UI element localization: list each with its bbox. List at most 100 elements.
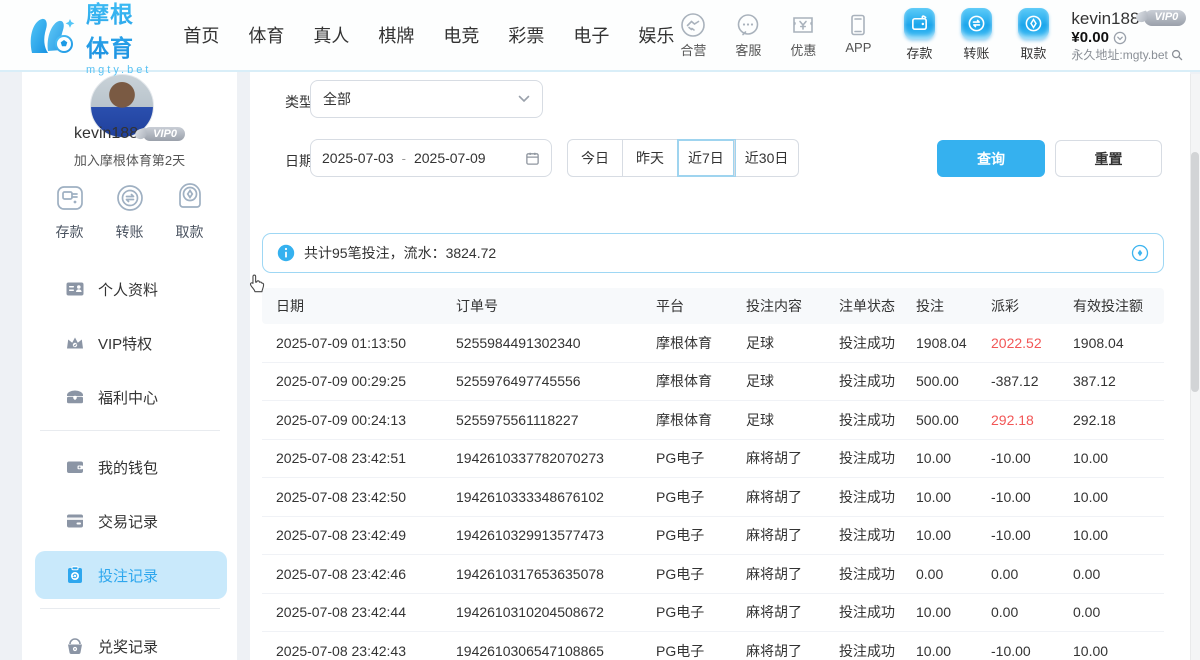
- cell-payout: 0.00: [991, 566, 1073, 582]
- cell-bet-content: 麻将胡了: [746, 487, 839, 507]
- header-quick-links: 合营 客服: [674, 12, 877, 59]
- partner-link[interactable]: 合营: [674, 12, 712, 59]
- nav-board-games[interactable]: 棋牌: [378, 22, 414, 48]
- nav-sports[interactable]: 体育: [248, 22, 284, 48]
- logo-icon: [26, 11, 78, 59]
- site-logo[interactable]: 摩根体育 mgty.bet: [26, 0, 151, 76]
- date-range-picker[interactable]: 2025-07-03 - 2025-07-09: [310, 139, 552, 177]
- quick-date-ranges: 今日 昨天 近7日 近30日: [567, 139, 799, 177]
- quick-range-button[interactable]: 今日: [568, 140, 623, 176]
- nav-live-casino[interactable]: 真人: [313, 22, 349, 48]
- nav-esports[interactable]: 电竞: [443, 22, 479, 48]
- cell-status: 投注成功: [839, 487, 916, 507]
- sidebar-item-welfare-label: 福利中心: [98, 387, 158, 408]
- sidebar-item-prize-records[interactable]: 兑奖记录: [35, 622, 227, 660]
- app-download-link[interactable]: APP: [839, 12, 877, 59]
- quick-range-button[interactable]: 近7日: [678, 140, 735, 176]
- sidebar-item-bet-records[interactable]: 投注记录: [35, 551, 227, 599]
- table-row[interactable]: 2025-07-09 01:13:50 5255984491302340 摩根体…: [262, 324, 1164, 363]
- sidebar-deposit-label: 存款: [56, 222, 84, 242]
- sidebar-item-vip[interactable]: VIP特权: [35, 319, 227, 367]
- cell-date: 2025-07-08 23:42:49: [276, 527, 456, 543]
- coupon-yuan-icon: [790, 12, 816, 38]
- summary-bar: 共计95笔投注，流水：3824.72: [262, 233, 1164, 273]
- main-nav: 首页 体育 真人 棋牌 电竞 彩票 电子 娱乐: [183, 22, 674, 48]
- crown-icon: [65, 333, 85, 353]
- deposit-outline-icon: [52, 180, 88, 216]
- col-bet-amount: 投注: [916, 296, 991, 316]
- sidebar-item-profile[interactable]: 个人资料: [35, 265, 227, 313]
- cell-order-number: 5255976497745556: [456, 373, 656, 389]
- sidebar-item-wallet-label: 我的钱包: [98, 457, 158, 478]
- table-row[interactable]: 2025-07-08 23:42:44 1942610310204508672 …: [262, 594, 1164, 633]
- nav-entertainment[interactable]: 娱乐: [638, 22, 674, 48]
- reset-button[interactable]: 重置: [1055, 140, 1162, 177]
- table-header-row: 日期 订单号 平台 投注内容 注单状态 投注 派彩 有效投注额: [262, 288, 1164, 324]
- transfer-outline-icon: [112, 180, 148, 216]
- summary-text: 共计95笔投注，流水：3824.72: [304, 243, 496, 263]
- cell-valid-bet: 10.00: [1073, 527, 1164, 543]
- withdraw-label: 取款: [1020, 43, 1046, 62]
- cell-payout: -10.00: [991, 450, 1073, 466]
- withdraw-icon: [1018, 8, 1049, 39]
- table-row[interactable]: 2025-07-09 00:24:13 5255975561118227 摩根体…: [262, 401, 1164, 440]
- support-link[interactable]: 客服: [729, 12, 767, 59]
- cell-platform: PG电子: [656, 641, 746, 660]
- quick-range-button[interactable]: 近30日: [735, 140, 799, 176]
- transfer-button[interactable]: 转账: [956, 8, 996, 62]
- table-row[interactable]: 2025-07-08 23:42:46 1942610317653635078 …: [262, 555, 1164, 594]
- cell-bet-amount: 500.00: [916, 412, 991, 428]
- cell-status: 投注成功: [839, 564, 916, 584]
- sidebar-item-welfare[interactable]: 福利中心: [35, 373, 227, 421]
- sidebar-deposit-button[interactable]: 存款: [52, 180, 88, 242]
- cell-bet-content: 足球: [746, 410, 839, 430]
- table-row[interactable]: 2025-07-08 23:42:51 1942610337782070273 …: [262, 440, 1164, 479]
- header-username: kevin188: [1071, 8, 1139, 29]
- table-row[interactable]: 2025-07-09 00:29:25 5255976497745556 摩根体…: [262, 363, 1164, 402]
- vip-badge: VIP0: [1144, 10, 1186, 26]
- gift-basket-icon: [65, 636, 85, 656]
- menu-divider-2: [40, 608, 220, 609]
- sidebar-withdraw-button[interactable]: 取款: [172, 180, 208, 242]
- expand-target-icon[interactable]: [1131, 244, 1149, 262]
- search-button[interactable]: 查询: [937, 140, 1045, 177]
- nav-home[interactable]: 首页: [183, 22, 219, 48]
- header-wallet-actions: 存款 转账 取款: [899, 8, 1053, 62]
- cell-payout: -10.00: [991, 527, 1073, 543]
- table-row[interactable]: 2025-07-08 23:42:49 1942610329913577473 …: [262, 517, 1164, 556]
- sidebar-transfer-button[interactable]: 转账: [112, 180, 148, 242]
- promo-link[interactable]: 优惠: [784, 12, 822, 59]
- menu-divider-1: [40, 430, 220, 431]
- support-label: 客服: [735, 40, 761, 59]
- nav-lottery[interactable]: 彩票: [508, 22, 544, 48]
- handshake-icon: [680, 12, 706, 38]
- balance-dropdown-icon[interactable]: [1113, 31, 1127, 45]
- cell-bet-amount: 10.00: [916, 489, 991, 505]
- cell-order-number: 1942610317653635078: [456, 566, 656, 582]
- sidebar-item-wallet[interactable]: 我的钱包: [35, 443, 227, 491]
- col-valid-bet: 有效投注额: [1073, 296, 1164, 316]
- page-scrollbar-track[interactable]: [1190, 74, 1200, 660]
- magnifier-icon[interactable]: [1171, 49, 1183, 61]
- cell-order-number: 1942610310204508672: [456, 604, 656, 620]
- cell-order-number: 1942610306547108865: [456, 643, 656, 659]
- cell-bet-content: 麻将胡了: [746, 602, 839, 622]
- deposit-button[interactable]: 存款: [899, 8, 939, 62]
- type-select[interactable]: 全部: [310, 80, 543, 118]
- calendar-icon: [525, 151, 540, 166]
- sidebar-item-transactions[interactable]: 交易记录: [35, 497, 227, 545]
- page-scrollbar-thumb[interactable]: [1191, 152, 1199, 392]
- cell-date: 2025-07-08 23:42:50: [276, 489, 456, 505]
- table-row[interactable]: 2025-07-08 23:42:50 1942610333348676102 …: [262, 478, 1164, 517]
- quick-range-button[interactable]: 昨天: [623, 140, 678, 176]
- cell-bet-amount: 10.00: [916, 450, 991, 466]
- permanent-address: 永久地址:mgty.bet: [1071, 48, 1167, 63]
- cell-platform: 摩根体育: [656, 333, 746, 353]
- wallet-icon: [65, 457, 85, 477]
- withdraw-button[interactable]: 取款: [1013, 8, 1053, 62]
- join-days-text: 加入摩根体育第2天: [22, 150, 237, 169]
- table-row[interactable]: 2025-07-08 23:42:43 1942610306547108865 …: [262, 632, 1164, 660]
- nav-slots[interactable]: 电子: [573, 22, 609, 48]
- cell-payout: 2022.52: [991, 335, 1073, 351]
- col-date: 日期: [276, 296, 456, 316]
